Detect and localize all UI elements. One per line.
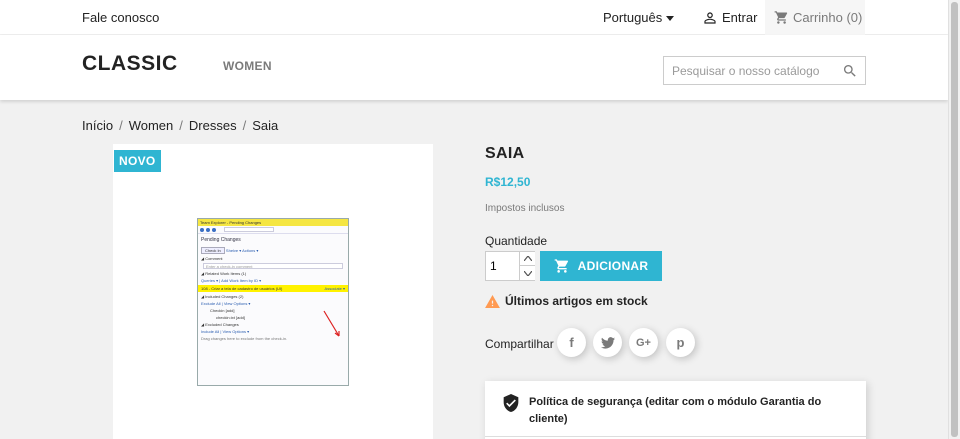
embedded-work-item-label: 108 - Criar a tela de cadastro de usuári… — [201, 286, 283, 291]
breadcrumb-item-current: Saia — [252, 118, 279, 133]
site-header: CLASSIC WOMEN — [0, 35, 948, 100]
embedded-actions: Check In Shelve ▾ Actions ▾ — [198, 246, 348, 255]
add-to-cart-button[interactable]: ADICIONAR — [540, 251, 662, 281]
embedded-search — [224, 227, 274, 232]
top-nav-bar: Fale conosco Português Entrar Carrinho (… — [0, 0, 948, 35]
warning-icon — [485, 294, 500, 308]
embedded-related-section: ◢ Related Work Items (1) — [201, 271, 247, 276]
add-to-cart-label: ADICIONAR — [577, 259, 649, 273]
embedded-toolbar — [198, 226, 348, 234]
back-icon — [200, 227, 204, 232]
breadcrumb: Início / Women / Dresses / Saia — [82, 118, 278, 133]
breadcrumb-item-home[interactable]: Início — [82, 118, 113, 133]
cart-label: Carrinho (0) — [793, 10, 863, 25]
divider — [485, 436, 866, 437]
embedded-associate: Associate ▾ — [324, 286, 345, 291]
scrollbar-thumb[interactable] — [951, 2, 958, 437]
reassurance-block: Política de segurança (editar com o módu… — [485, 381, 866, 439]
stock-warning: Últimos artigos em stock — [485, 294, 648, 308]
chevron-down-icon — [523, 270, 532, 276]
googleplus-icon: G+ — [636, 336, 651, 349]
new-badge: NOVO — [114, 150, 161, 172]
embedded-actions-links: Shelve ▾ Actions ▾ — [225, 248, 259, 253]
home-icon — [212, 227, 216, 232]
search-input[interactable] — [672, 63, 842, 78]
chevron-up-icon — [523, 256, 532, 261]
contact-link[interactable]: Fale conosco — [82, 10, 159, 25]
breadcrumb-separator: / — [119, 118, 123, 133]
security-policy-text: Política de segurança (editar com o módu… — [529, 396, 822, 425]
quantity-input[interactable] — [486, 252, 518, 280]
breadcrumb-separator: / — [179, 118, 183, 133]
shield-check-icon — [503, 394, 519, 412]
search-icon[interactable] — [842, 63, 858, 79]
share-label: Compartilhar — [485, 337, 554, 351]
quantity-down-button[interactable] — [519, 266, 535, 280]
quantity-stepper — [485, 251, 535, 281]
embedded-titlebar: Team Explorer - Pending Changes — [198, 219, 348, 226]
facebook-share-button[interactable]: f — [557, 328, 586, 357]
product-price: R$12,50 — [485, 175, 531, 189]
breadcrumb-separator: / — [242, 118, 247, 133]
login-label: Entrar — [722, 10, 758, 25]
twitter-share-button[interactable] — [593, 328, 622, 357]
product-title: SAIA — [485, 145, 525, 162]
product-image[interactable]: Team Explorer - Pending Changes Pending … — [197, 218, 349, 386]
embedded-comment-section: ◢ Comment — [201, 256, 223, 261]
twitter-icon — [600, 336, 615, 349]
language-selector[interactable]: Português — [603, 10, 675, 25]
embedded-comment-field: Enter a check-in comment — [203, 263, 343, 269]
pinterest-share-button[interactable]: p — [666, 328, 695, 357]
tax-label: Impostos inclusos — [485, 203, 565, 214]
cart-icon — [554, 259, 568, 273]
cart-button[interactable]: Carrinho (0) — [765, 0, 865, 35]
quantity-up-button[interactable] — [519, 252, 535, 266]
stock-warning-label: Últimos artigos em stock — [505, 294, 648, 308]
embedded-work-item: 108 - Criar a tela de cadastro de usuári… — [198, 285, 348, 292]
embedded-heading: Pending Changes — [201, 237, 241, 243]
language-label: Português — [603, 10, 663, 25]
embedded-checkin-button: Check In — [201, 247, 225, 254]
embedded-included-section: ◢ Included Changes (2) — [201, 294, 244, 299]
page-scrollbar[interactable] — [948, 0, 960, 439]
breadcrumb-item-women[interactable]: Women — [129, 118, 174, 133]
googleplus-share-button[interactable]: G+ — [629, 328, 658, 357]
search-box — [663, 56, 866, 85]
facebook-icon: f — [569, 335, 574, 350]
cart-icon — [774, 11, 788, 24]
menu-item-women[interactable]: WOMEN — [223, 59, 272, 73]
chevron-down-icon — [666, 15, 675, 21]
site-logo[interactable]: CLASSIC — [82, 52, 178, 76]
pinterest-icon: p — [676, 335, 685, 350]
quantity-label: Quantidade — [485, 234, 548, 248]
forward-icon — [206, 227, 210, 232]
login-link[interactable]: Entrar — [703, 10, 757, 25]
red-arrow-icon — [323, 310, 340, 337]
user-icon — [704, 11, 716, 24]
embedded-included-links: Exclude All | View Options ▾ — [201, 301, 251, 306]
breadcrumb-item-dresses[interactable]: Dresses — [189, 118, 237, 133]
embedded-related-links: Queries ▾ | Add Work Item by ID ▾ — [201, 278, 262, 283]
